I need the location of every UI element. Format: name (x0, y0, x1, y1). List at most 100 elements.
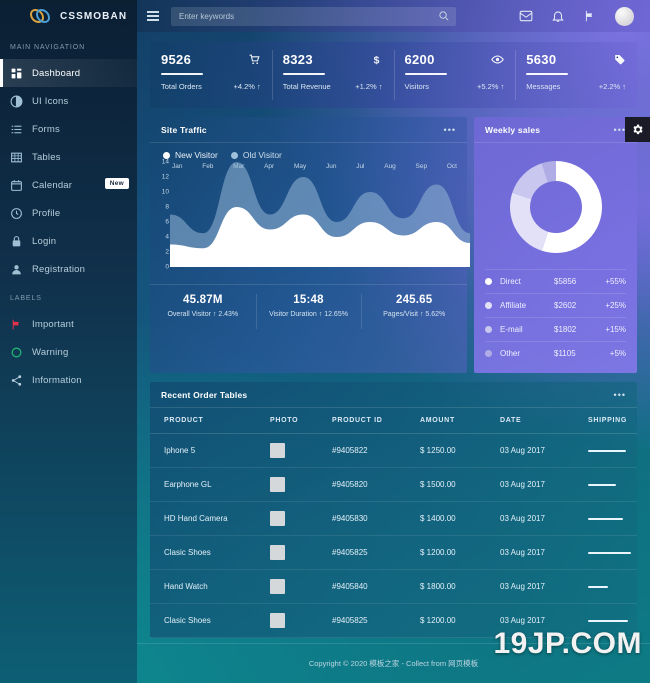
cell-product-id: #9405822 (332, 433, 420, 468)
sidebar-label-important[interactable]: Important (0, 310, 137, 338)
weekly-legend: Direct $5856 +55% Affiliate $2602 +25% E-mail $… (474, 269, 637, 373)
column-header[interactable]: AMOUNT (420, 408, 500, 434)
weekly-row: Other $1105 +5% (485, 341, 626, 365)
weekly-sales-panel: Weekly sales ••• Direct $5856 +55% Affiliat… (474, 117, 650, 373)
top-header (137, 0, 650, 32)
table-row[interactable]: Clasic Shoes #9405825 $ 1200.00 03 Aug 2017 (150, 535, 637, 570)
weekly-pct: +5% (609, 349, 626, 358)
search-icon[interactable] (438, 10, 449, 21)
cell-product: Clasic Shoes (150, 603, 270, 638)
stat-card-total-revenue[interactable]: 8323 $ Total Revenue +1.2% ↑ (271, 42, 394, 108)
traffic-stat: 45.87M Overall Visitor ↑ 2.43% (150, 285, 256, 338)
sidebar-item-profile[interactable]: Profile (0, 199, 137, 227)
sidebar-item-label: Tables (32, 151, 61, 163)
sidebar-item-calendar[interactable]: Calendar New (0, 171, 137, 199)
brand-name: CSSMOBAN (60, 10, 128, 22)
gear-icon[interactable] (625, 117, 650, 142)
brand-logo[interactable]: CSSMOBAN (0, 0, 137, 32)
sidebar-item-label: Forms (32, 123, 60, 135)
list-icon (10, 123, 23, 136)
sidebar-item-forms[interactable]: Forms (0, 115, 137, 143)
legend-dot (485, 302, 492, 309)
y-tick: 6 (165, 218, 169, 226)
share-icon (10, 374, 23, 387)
sidebar: CSSMOBAN MAIN NAVIGATION Dashboard UI Ico… (0, 0, 137, 683)
sidebar-item-ui-icons[interactable]: UI Icons (0, 87, 137, 115)
stat-value: 5630 (526, 52, 557, 67)
stat-card-messages[interactable]: 5630 Messages +2.2% ↑ (515, 42, 637, 108)
shipping-progress-bar (588, 449, 627, 452)
labels-list: Important Warning Information (0, 310, 137, 394)
search-input[interactable] (171, 7, 456, 26)
cell-product: Hand Watch (150, 569, 270, 604)
traffic-stat-value: 15:48 (293, 294, 324, 306)
sidebar-label-information[interactable]: Information (0, 366, 137, 394)
bell-icon[interactable] (551, 9, 565, 23)
flag-icon[interactable] (583, 9, 597, 23)
sidebar-item-login[interactable]: Login (0, 227, 137, 255)
envelope-icon[interactable] (519, 9, 533, 23)
site-traffic-header: Site Traffic ••• (150, 117, 467, 143)
column-header[interactable]: PRODUCT (150, 408, 270, 434)
y-tick: 2 (165, 248, 169, 256)
legend-old-visitor: Old Visitor (230, 150, 282, 160)
clock-icon (10, 207, 23, 220)
sidebar-label-warning[interactable]: Warning (0, 338, 137, 366)
column-header[interactable]: SHIPPING (588, 408, 637, 434)
dollar-icon: $ (370, 53, 383, 66)
sidebar-label-text: Important (32, 318, 74, 330)
user-icon (10, 263, 23, 276)
table-row[interactable]: Iphone 5 #9405822 $ 1250.00 03 Aug 2017 (150, 433, 637, 468)
sidebar-item-registration[interactable]: Registration (0, 255, 137, 283)
weekly-pct: +25% (605, 301, 626, 310)
cell-photo (270, 501, 332, 536)
table-row[interactable]: Hand Watch #9405840 $ 1800.00 03 Aug 2017 (150, 569, 637, 604)
sidebar-item-tables[interactable]: Tables (0, 143, 137, 171)
grid-icon (10, 67, 23, 80)
site-traffic-panel: Site Traffic ••• New Visitor Old Visitor… (150, 117, 470, 373)
new-badge: New (104, 178, 129, 189)
sidebar-label-text: Information (32, 374, 82, 386)
legend-dot (485, 278, 492, 285)
stat-card-visitors[interactable]: 6200 Visitors +5.2% ↑ (393, 42, 516, 108)
eye-icon (491, 53, 505, 66)
stat-value: 6200 (404, 52, 435, 67)
cell-amount: $ 1200.00 (420, 603, 500, 638)
traffic-stat: 15:48 Visitor Duration ↑ 12.65% (255, 285, 362, 338)
calendar-icon (10, 179, 23, 192)
column-header[interactable]: PHOTO (270, 408, 332, 434)
cell-shipping (588, 535, 637, 570)
shipping-progress-bar (588, 517, 624, 520)
donut-slice-affiliate (509, 192, 548, 251)
traffic-stat-value: 245.65 (395, 294, 433, 306)
y-axis: 14 12 10 8 6 4 2 0 (155, 158, 169, 271)
panels-row: Site Traffic ••• New Visitor Old Visitor… (150, 117, 650, 373)
avatar[interactable] (615, 6, 634, 26)
cell-photo (270, 535, 332, 570)
stat-label: Total Revenue (282, 82, 331, 91)
weekly-name: Other (500, 349, 521, 358)
cell-photo (270, 603, 332, 638)
column-header[interactable]: PRODUCT ID (332, 408, 420, 434)
weekly-row: Affiliate $2602 +25% (485, 293, 626, 317)
sidebar-item-dashboard[interactable]: Dashboard (0, 59, 137, 87)
product-thumbnail (270, 477, 285, 492)
hamburger-icon[interactable] (137, 11, 169, 21)
sidebar-item-label: Login (32, 235, 57, 247)
product-thumbnail (270, 545, 285, 560)
cell-amount: $ 1500.00 (420, 467, 500, 502)
sidebar-item-label: Dashboard (32, 67, 81, 79)
stat-rule (526, 73, 569, 75)
stat-card-total-orders[interactable]: 9526 Total Orders +4.2% ↑ (150, 42, 272, 108)
table-row[interactable]: Earphone GL #9405820 $ 1500.00 03 Aug 2017 (150, 467, 637, 502)
table-row[interactable]: HD Hand Camera #9405830 $ 1400.00 03 Aug 20… (150, 501, 637, 536)
y-tick: 14 (161, 158, 169, 166)
cell-shipping (588, 433, 637, 468)
weekly-amount: $2602 (554, 301, 577, 310)
column-header[interactable]: DATE (500, 408, 588, 434)
cell-amount: $ 1200.00 (420, 535, 500, 570)
ellipsis-icon[interactable]: ••• (444, 126, 456, 135)
y-tick: 10 (161, 188, 169, 196)
ellipsis-icon[interactable]: ••• (614, 391, 626, 400)
legend-label: New Visitor (175, 150, 218, 160)
